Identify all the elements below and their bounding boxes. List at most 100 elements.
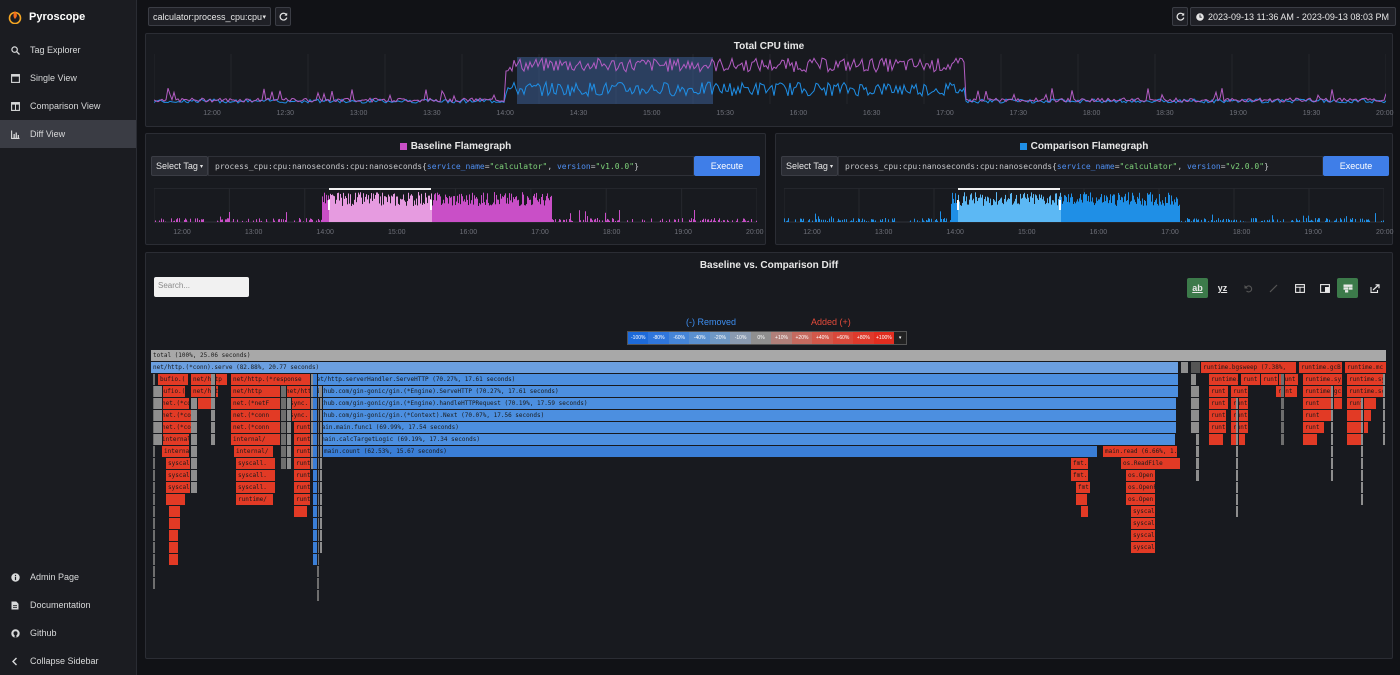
flamegraph-node[interactable]: runt bbox=[294, 434, 311, 445]
app-selector[interactable]: calculator:process_cpu:cpu ▾ bbox=[148, 7, 271, 26]
flamegraph-node[interactable] bbox=[191, 422, 198, 433]
flamegraph-node[interactable] bbox=[1331, 398, 1334, 409]
flamegraph-node[interactable] bbox=[1361, 398, 1364, 409]
flamegraph-node[interactable] bbox=[1236, 470, 1239, 481]
sidebar-item-collapse[interactable]: Collapse Sidebar bbox=[0, 647, 137, 675]
flamegraph-node[interactable] bbox=[169, 518, 181, 529]
baseline-query-input[interactable]: process_cpu:cpu:nanoseconds:cpu:nanoseco… bbox=[208, 156, 694, 176]
flamegraph-node[interactable]: net.(*conn bbox=[231, 422, 281, 433]
flamegraph-node[interactable] bbox=[153, 566, 156, 577]
flamegraph-node[interactable] bbox=[1236, 446, 1239, 457]
flamegraph-node[interactable] bbox=[1236, 410, 1239, 421]
flamegraph-node[interactable]: net.(*conn bbox=[160, 410, 193, 421]
reset-button[interactable] bbox=[1263, 278, 1284, 298]
flamegraph-node[interactable] bbox=[317, 590, 320, 601]
comparison-query-input[interactable]: process_cpu:cpu:nanoseconds:cpu:nanoseco… bbox=[838, 156, 1323, 176]
flamegraph-node[interactable] bbox=[287, 422, 292, 433]
flamegraph-node[interactable]: main.calcTargetLogic (69.19%, 17.34 seco… bbox=[319, 434, 1176, 445]
flamegraph-node[interactable] bbox=[1281, 422, 1285, 433]
flamegraph-node[interactable] bbox=[313, 374, 318, 385]
flamegraph-node[interactable]: net/http bbox=[231, 386, 281, 397]
flamegraph-node[interactable] bbox=[1383, 422, 1386, 433]
flamegraph-node[interactable] bbox=[169, 542, 179, 553]
flamegraph-node[interactable] bbox=[287, 434, 292, 445]
flamegraph-node[interactable] bbox=[211, 398, 216, 409]
sidebar-item-documentation[interactable]: Documentation bbox=[0, 591, 137, 619]
flamegraph-node[interactable]: runtime.fr bbox=[1209, 374, 1239, 385]
flamegraph-node[interactable]: runt bbox=[1231, 386, 1249, 397]
flamegraph-node[interactable] bbox=[1347, 422, 1369, 433]
flamegraph-node[interactable]: main.main.func1 (69.99%, 17.54 seconds) bbox=[316, 422, 1177, 433]
flamegraph-node[interactable]: runtime.gcB bbox=[1299, 362, 1343, 373]
flamegraph-node[interactable] bbox=[1236, 458, 1239, 469]
flamegraph-node[interactable] bbox=[154, 410, 163, 421]
flamegraph-node[interactable] bbox=[191, 458, 198, 469]
flamegraph-node[interactable] bbox=[1361, 446, 1364, 457]
flamegraph-node[interactable]: runt bbox=[294, 446, 311, 457]
baseline-select-tag[interactable]: Select Tag ▾ bbox=[151, 156, 208, 176]
flamegraph-node[interactable]: main.count (62.53%, 15.67 seconds) bbox=[322, 446, 1098, 457]
sidebar-item-github[interactable]: Github bbox=[0, 619, 137, 647]
brand[interactable]: Pyroscope bbox=[0, 0, 136, 33]
flamegraph-node[interactable] bbox=[1383, 410, 1386, 421]
flamegraph-node[interactable]: syscall. bbox=[1131, 506, 1156, 517]
flamegraph-node[interactable]: fmt. bbox=[1076, 482, 1091, 493]
flamegraph-node[interactable] bbox=[319, 386, 323, 397]
flamegraph-node[interactable]: syscall. bbox=[1131, 542, 1156, 553]
flamegraph-node[interactable] bbox=[1236, 434, 1239, 445]
flamegraph-node[interactable]: runt bbox=[294, 482, 311, 493]
flamegraph-node[interactable] bbox=[1383, 398, 1386, 409]
flamegraph-node[interactable] bbox=[191, 410, 198, 421]
flamegraph-node[interactable] bbox=[287, 446, 292, 457]
flamegraph-node[interactable] bbox=[154, 398, 163, 409]
flamegraph-node[interactable]: runt bbox=[294, 422, 311, 433]
flamegraph-node[interactable] bbox=[313, 458, 318, 469]
flamegraph-node[interactable]: runt bbox=[1231, 422, 1249, 433]
flamegraph-node[interactable]: runt bbox=[1241, 374, 1261, 385]
flamegraph-node[interactable] bbox=[153, 446, 156, 457]
flamegraph-node[interactable]: internal/ bbox=[160, 434, 190, 445]
flamegraph-node[interactable] bbox=[1196, 470, 1200, 481]
flamegraph-node[interactable] bbox=[1331, 386, 1334, 397]
flamegraph-node[interactable]: runt bbox=[1303, 410, 1333, 421]
sidebar-item-tag-explorer[interactable]: Tag Explorer bbox=[0, 36, 136, 64]
flamegraph-node[interactable]: net/http bbox=[284, 386, 311, 397]
flamegraph-node[interactable]: syscall. bbox=[236, 482, 276, 493]
flamegraph-node[interactable] bbox=[153, 374, 156, 385]
flamegraph-node[interactable] bbox=[281, 386, 287, 397]
flamegraph-node[interactable]: runtime.sy bbox=[1347, 374, 1385, 385]
flamegraph-node[interactable] bbox=[153, 518, 156, 529]
flamegraph-node[interactable] bbox=[1383, 386, 1386, 397]
flamegraph-node[interactable] bbox=[1383, 434, 1386, 445]
flamegraph-node[interactable] bbox=[153, 542, 156, 553]
flamegraph-node[interactable]: runt bbox=[1231, 398, 1249, 409]
flamegraph-node[interactable] bbox=[313, 518, 318, 529]
flamegraph-node[interactable] bbox=[1196, 422, 1200, 433]
flamegraph-node[interactable] bbox=[1281, 374, 1285, 385]
flamegraph-node[interactable] bbox=[1196, 398, 1200, 409]
flamegraph-node[interactable] bbox=[313, 446, 318, 457]
flamegraph-node[interactable] bbox=[1361, 482, 1364, 493]
flamegraph-node[interactable] bbox=[313, 554, 318, 565]
flamegraph-node[interactable] bbox=[287, 398, 292, 409]
flamegraph-node[interactable]: syscall. bbox=[166, 458, 191, 469]
flamegraph-node[interactable]: runt bbox=[1209, 398, 1229, 409]
flamegraph-node[interactable] bbox=[1361, 410, 1364, 421]
flamegraph-node[interactable] bbox=[287, 410, 292, 421]
flamegraph-node[interactable] bbox=[1076, 494, 1088, 505]
flamegraph-node[interactable] bbox=[1361, 458, 1364, 469]
date-range-picker[interactable]: 2023-09-13 11:36 AM - 2023-09-13 08:03 P… bbox=[1190, 7, 1396, 26]
flamegraph-node[interactable]: net.(*conn bbox=[231, 410, 281, 421]
flamegraph-node[interactable] bbox=[313, 422, 318, 433]
flamegraph-node[interactable] bbox=[154, 434, 163, 445]
flamegraph-node[interactable]: os.ReadFile bbox=[1121, 458, 1181, 469]
flamegraph-node[interactable]: syscall. bbox=[1131, 530, 1156, 541]
flamegraph-node[interactable] bbox=[1191, 362, 1201, 373]
flamegraph-node[interactable]: os.Open bbox=[1126, 494, 1156, 505]
flamegraph-node[interactable] bbox=[191, 482, 198, 493]
flamegraph-node[interactable] bbox=[294, 506, 308, 517]
flamegraph-node[interactable] bbox=[1331, 470, 1334, 481]
flamegraph-node[interactable] bbox=[313, 494, 318, 505]
sidebar-item-single-view[interactable]: Single View bbox=[0, 64, 136, 92]
flamegraph-node[interactable] bbox=[169, 506, 181, 517]
